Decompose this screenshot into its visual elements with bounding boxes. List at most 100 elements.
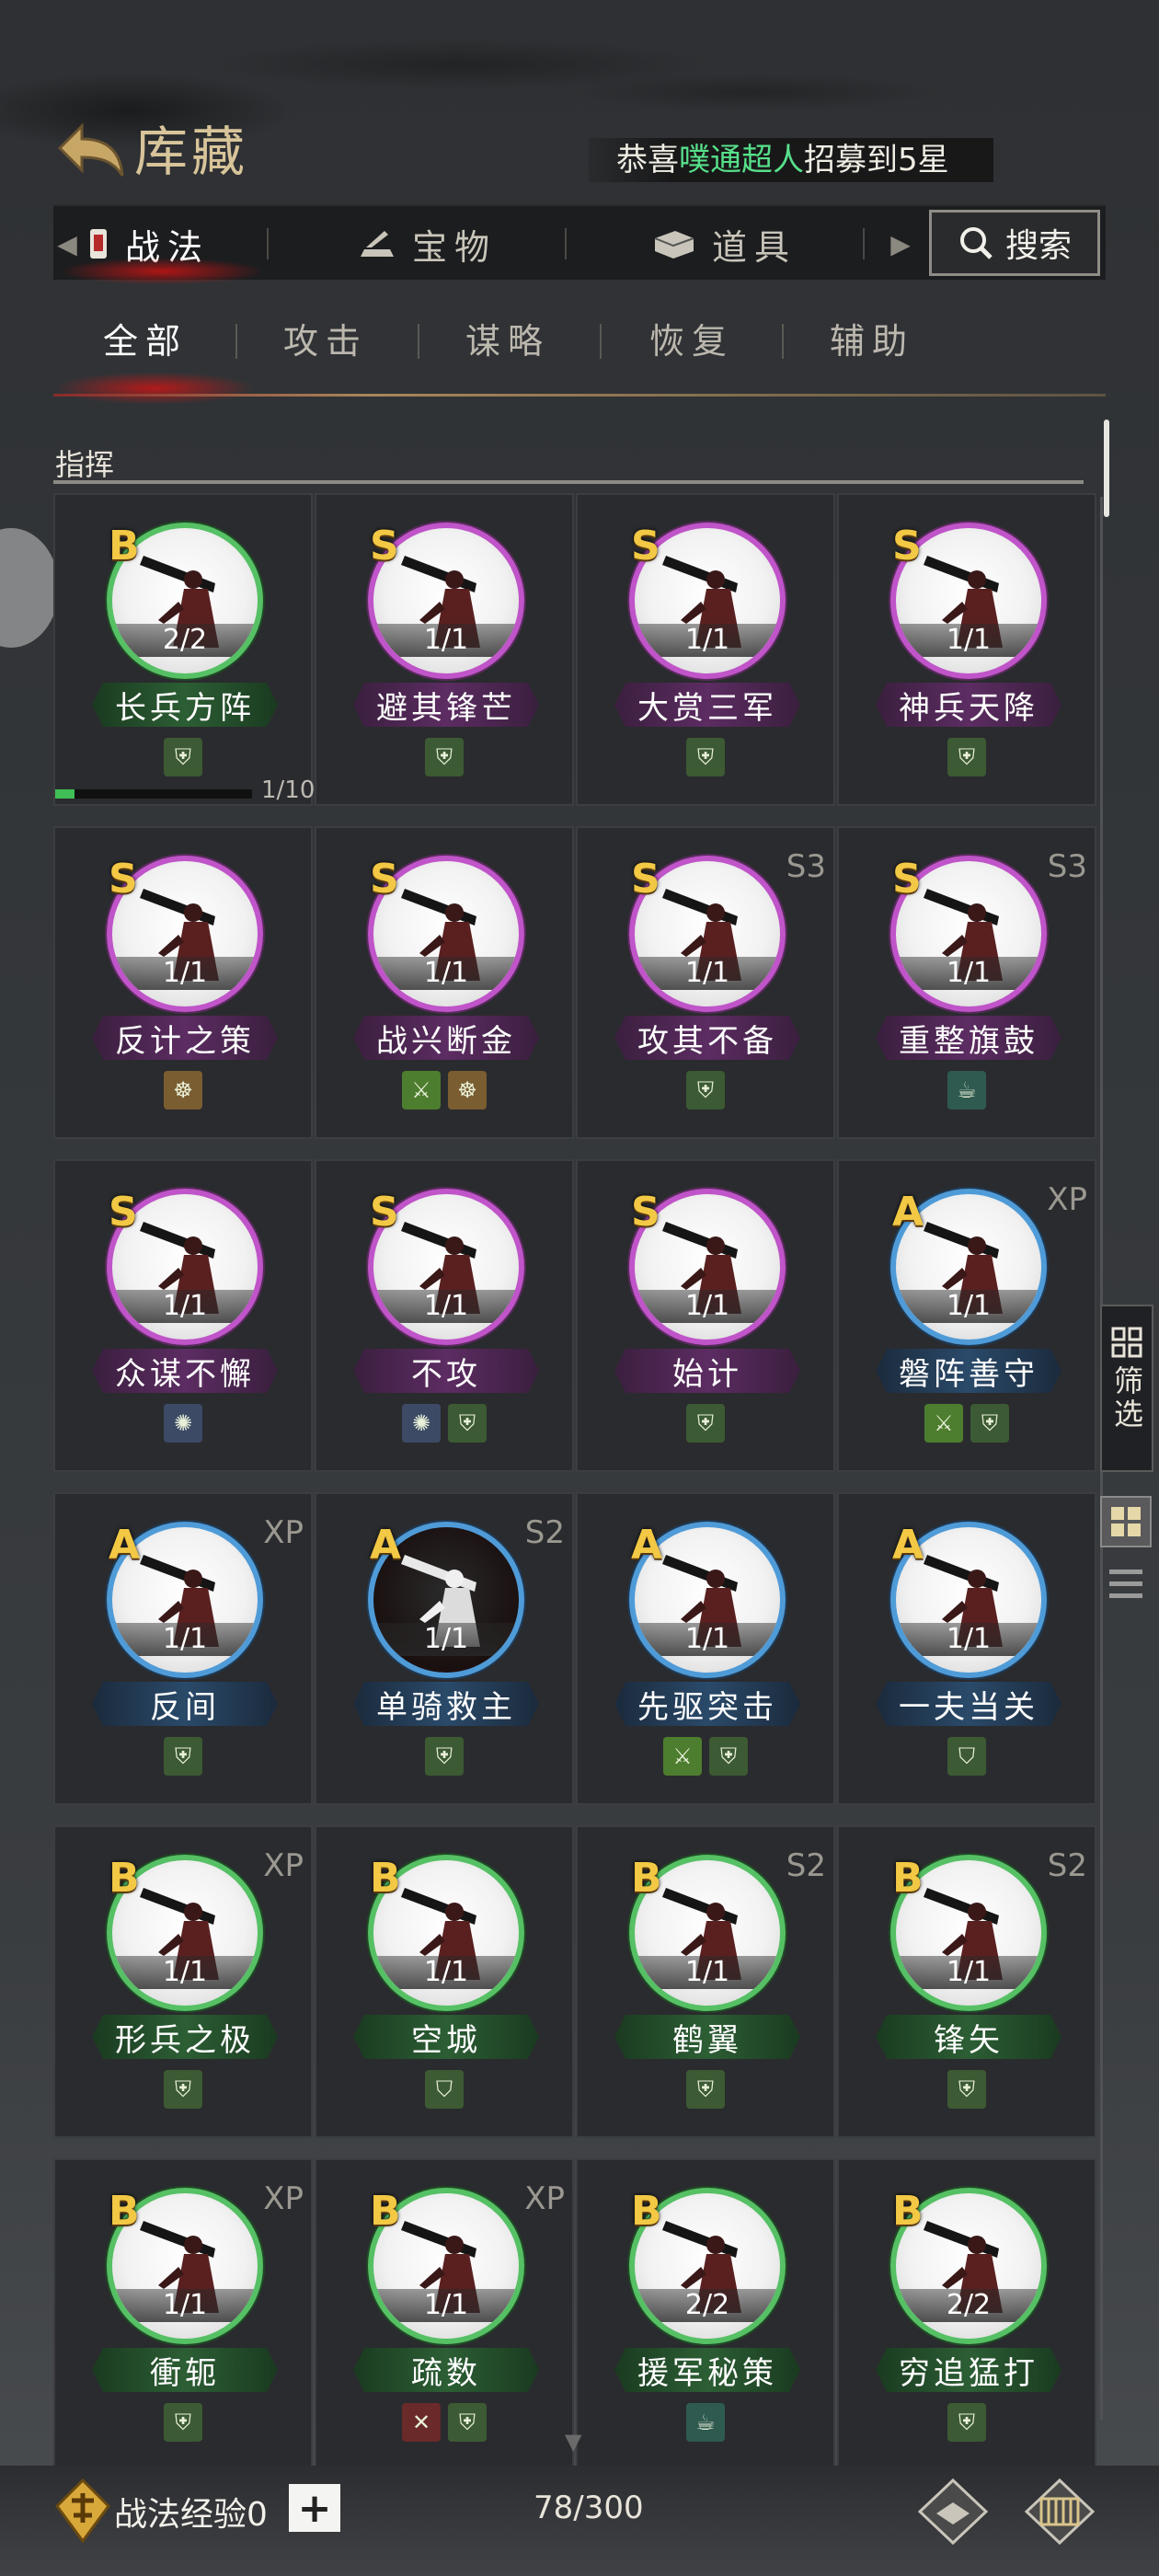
side-bubble[interactable]: [0, 528, 59, 648]
capacity-count: 78/300: [534, 2490, 644, 2526]
tab-label: 战法: [125, 226, 211, 268]
troop-type-icons: ✺ ⛨: [316, 1404, 572, 1443]
subtab-attack[interactable]: 攻击: [283, 313, 368, 368]
active-tab-glow: [53, 372, 256, 405]
back-button[interactable]: [53, 118, 129, 184]
announce-player: 噗通超人: [679, 142, 804, 178]
skill-name: 形兵之极: [92, 2015, 278, 2059]
skill-card[interactable]: 2/2 B 长兵方阵 ⛨ 1/10: [53, 493, 315, 806]
skill-name: 攻其不备: [614, 1016, 800, 1060]
card-row: 1/1 B XP 形兵之极 ⛨ 1/1 B 空城 ⛉ 1/1 B S2 鹤翼 ⛨ 1/1 B S2 锋矢 ⛨: [53, 1825, 1102, 2142]
subtab-underline: [53, 394, 1106, 397]
skill-card[interactable]: 1/1 S 不攻 ✺ ⛨: [315, 1159, 574, 1472]
crossed-swords-icon: ✕: [402, 2403, 441, 2442]
troop-icon: ⛨: [709, 1737, 748, 1776]
filter-label: 筛选: [1109, 1365, 1144, 1432]
skill-card[interactable]: 1/1 A XP 磐阵善守 ⚔ ⛨: [837, 1159, 1096, 1472]
helmet-icon: ☸: [448, 1071, 487, 1110]
skill-name: 大赏三军: [614, 683, 800, 727]
subtab-all[interactable]: 全部: [103, 313, 188, 368]
troop-type-icons: ☕: [578, 2403, 833, 2442]
skill-card[interactable]: 1/1 S 众谋不懈 ✺: [53, 1159, 313, 1472]
skill-card[interactable]: 1/1 S 始计 ⛨: [576, 1159, 835, 1472]
list-view-icon[interactable]: [1107, 1564, 1144, 1604]
divider: [782, 324, 784, 359]
skill-count: 1/1: [896, 957, 1041, 990]
season-tag: XP: [1047, 1181, 1087, 1218]
chevron-right-icon[interactable]: ▶: [887, 206, 914, 282]
skill-card[interactable]: 1/1 A S2 单骑救主 ⛨: [315, 1492, 574, 1805]
skill-card[interactable]: 1/1 B S2 鹤翼 ⛨: [576, 1825, 835, 2138]
skill-name: 避其锋芒: [353, 683, 539, 727]
skill-card[interactable]: 1/1 A 先驱突击 ⚔ ⛨: [576, 1492, 835, 1805]
tab-treasures[interactable]: 宝物: [357, 206, 497, 282]
skill-card[interactable]: 1/1 B XP 疏数 ✕ ⛨: [315, 2158, 574, 2471]
tab-label: 道具: [712, 226, 798, 268]
troop-type-icons: ⛨: [55, 1737, 311, 1776]
skill-count: 1/1: [373, 624, 519, 657]
troop-type-icons: ⛨: [55, 2403, 311, 2442]
troop-icon: ⛨: [425, 738, 464, 776]
troop-icon: ⛨: [164, 2070, 202, 2109]
season-tag: S2: [524, 1514, 565, 1551]
add-exp-button[interactable]: +: [289, 2484, 340, 2532]
skill-count: 1/1: [635, 957, 780, 990]
skill-card[interactable]: 1/1 A 一夫当关 ⛉: [837, 1492, 1096, 1805]
grade-badge: B: [109, 523, 140, 569]
upgrade-book-icon[interactable]: [916, 2477, 990, 2547]
grade-badge: B: [631, 2188, 662, 2235]
skill-card[interactable]: 1/1 B XP 衝轭 ⛨: [53, 2158, 313, 2471]
skill-card[interactable]: 1/1 B S2 锋矢 ⛨: [837, 1825, 1096, 2138]
grid-view-button[interactable]: [1100, 1496, 1152, 1547]
brain-icon: ✺: [164, 1404, 202, 1443]
troop-icon: ⛨: [425, 1737, 464, 1776]
skill-card[interactable]: 1/1 B XP 形兵之极 ⛨: [53, 1825, 313, 2138]
skill-card[interactable]: 1/1 B 空城 ⛉: [315, 1825, 574, 2138]
section-title: 指挥: [55, 447, 115, 482]
skill-card[interactable]: 1/1 A XP 反间 ⛨: [53, 1492, 313, 1805]
skill-exp-icon: [55, 2478, 110, 2543]
skill-card[interactable]: 1/1 S 大赏三军 ⛨: [576, 493, 835, 806]
section-divider: [53, 480, 1084, 484]
grade-badge: A: [370, 1522, 402, 1569]
subtab-recovery[interactable]: 恢复: [649, 313, 734, 368]
troop-type-icons: ✺: [55, 1404, 311, 1443]
skill-name: 磐阵善守: [876, 1349, 1061, 1393]
troop-type-icons: ⛨: [839, 2070, 1095, 2109]
treasure-icon: [361, 231, 394, 257]
subtab-support[interactable]: 辅助: [830, 313, 914, 368]
tab-skills[interactable]: 战法: [58, 206, 266, 285]
card-row: 1/1 S 反计之策 ☸ 1/1 S 战兴断金 ⚔ ☸ 1/1 S S3 攻其不备 ⛨ 1/1 S S3 重整旗鼓…: [53, 826, 1102, 1143]
brain-icon: ✺: [402, 1404, 441, 1443]
announce-prefix: 恭喜: [616, 142, 679, 178]
tab-items[interactable]: 道具: [651, 206, 797, 282]
skill-card[interactable]: 2/2 B 穷追猛打 ⛨: [837, 2158, 1096, 2471]
season-tag: XP: [524, 2180, 565, 2217]
scroll-archive-icon[interactable]: [1023, 2477, 1096, 2547]
search-button[interactable]: 搜索: [929, 210, 1100, 276]
skill-card[interactable]: 1/1 S 战兴断金 ⚔ ☸: [315, 826, 574, 1139]
scroll-icon: [90, 229, 107, 259]
skill-card[interactable]: 1/1 S 神兵天降 ⛨: [837, 493, 1096, 806]
skill-count: 1/1: [635, 1623, 780, 1656]
troop-type-icons: ⚔ ⛨: [578, 1737, 833, 1776]
skill-card[interactable]: 1/1 S 避其锋芒 ⛨: [315, 493, 574, 806]
skill-count: 1/1: [373, 1623, 519, 1656]
skill-count: 1/1: [373, 1290, 519, 1323]
skill-count: 1/1: [112, 1290, 258, 1323]
troop-icon: ⛨: [947, 738, 986, 776]
skill-card[interactable]: 2/2 B 援军秘策 ☕: [576, 2158, 835, 2471]
troop-type-icons: ⛨: [55, 2070, 311, 2109]
troop-icon: ⛨: [448, 2403, 487, 2442]
scrollbar[interactable]: [1104, 420, 1109, 517]
grade-badge: S: [370, 1189, 399, 1236]
skill-card[interactable]: 1/1 S S3 重整旗鼓 ☕: [837, 826, 1096, 1139]
skill-name: 一夫当关: [876, 1682, 1061, 1726]
filter-button[interactable]: 筛选: [1100, 1305, 1153, 1472]
skill-count: 1/1: [112, 1623, 258, 1656]
skill-card[interactable]: 1/1 S 反计之策 ☸: [53, 826, 313, 1139]
subtab-strategy[interactable]: 谋略: [465, 313, 550, 368]
season-tag: S3: [786, 848, 826, 885]
skill-count: 1/1: [373, 2289, 519, 2322]
skill-card[interactable]: 1/1 S S3 攻其不备 ⛨: [576, 826, 835, 1139]
